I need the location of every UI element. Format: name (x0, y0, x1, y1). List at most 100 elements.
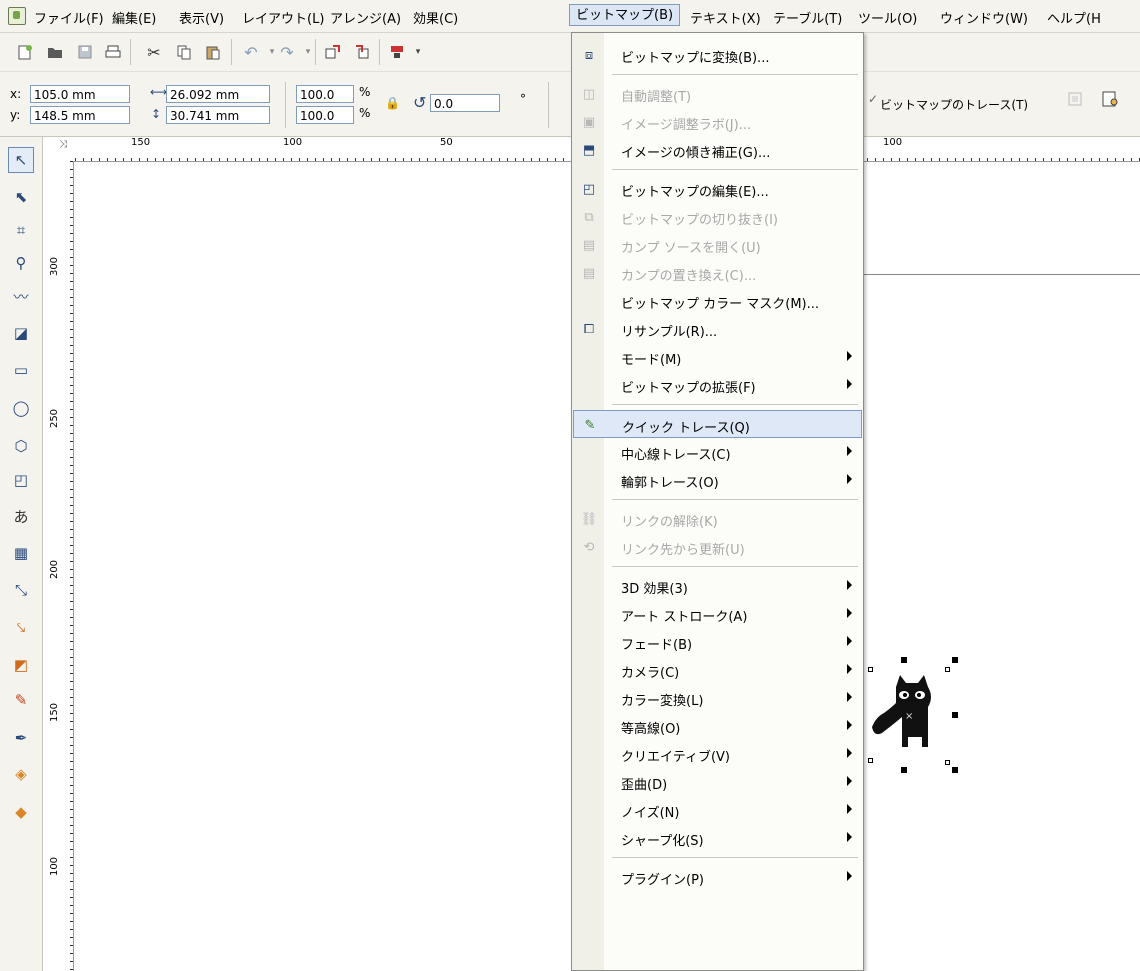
basic-shapes-tool-icon[interactable]: ◰ (8, 467, 34, 493)
rectangle-tool-icon[interactable]: ▭ (8, 357, 34, 383)
selection-handle[interactable] (952, 657, 958, 663)
outline-pen-tool-icon[interactable]: ✒ (8, 725, 34, 751)
polygon-tool-icon[interactable]: ⬡ (8, 433, 34, 459)
new-document-icon[interactable] (14, 41, 36, 63)
percent-y-label: % (359, 106, 371, 120)
menu-item[interactable]: ノイズ(N) (573, 796, 862, 824)
save-icon[interactable] (74, 41, 96, 63)
menu-item[interactable]: ⧈ ビットマップに変換(B)... (573, 41, 862, 69)
selection-handle[interactable] (952, 767, 958, 773)
node-handle[interactable] (868, 667, 873, 672)
menu-item[interactable]: 3D 効果(3) (573, 572, 862, 600)
submenu-arrow-icon (847, 580, 852, 590)
text-tool-icon[interactable]: あ (8, 503, 34, 529)
page-border (864, 274, 1140, 275)
auto-adjust-icon: ◫ (582, 86, 596, 102)
menu-item[interactable]: プラグイン(P) (573, 863, 862, 891)
copy-icon[interactable] (173, 41, 195, 63)
menu-item[interactable]: 輪郭トレース(O) (573, 466, 862, 494)
selected-bitmap[interactable]: × (868, 655, 958, 775)
menu-text[interactable]: テキスト(X) (690, 8, 761, 27)
cut-icon[interactable]: ✂ (143, 41, 165, 63)
trace-bitmap-button[interactable]: ビットマップのトレース(T) (880, 96, 1028, 113)
selection-handle[interactable] (901, 657, 907, 663)
connector-tool-icon[interactable]: ⤥ (8, 615, 34, 641)
menu-item[interactable]: モード(M) (573, 343, 862, 371)
open-folder-icon[interactable] (44, 41, 66, 63)
quick-trace-icon: ✎ (584, 417, 596, 433)
submenu-arrow-icon (847, 776, 852, 786)
height-input[interactable]: 30.741 mm (166, 106, 270, 124)
menu-layout[interactable]: レイアウト(L) (242, 8, 324, 27)
menu-item[interactable]: クリエイティブ(V) (573, 740, 862, 768)
blend-tool-icon[interactable]: ◩ (8, 652, 34, 678)
import-icon[interactable] (322, 41, 344, 63)
cat-bitmap-image[interactable]: × (868, 667, 958, 767)
shape-tool-icon[interactable]: ⬉ (8, 184, 34, 210)
rotation-input[interactable]: 0.0 (430, 94, 500, 112)
fill-tool-icon[interactable]: ◈ (8, 761, 34, 787)
menu-item[interactable]: ◰ ビットマップの編集(E)... (573, 175, 862, 203)
menu-item: ◫ 自動調整(T) (573, 80, 862, 108)
menu-item[interactable]: アート ストローク(A) (573, 600, 862, 628)
menu-item[interactable]: シャープ化(S) (573, 824, 862, 852)
menu-item[interactable]: 歪曲(D) (573, 768, 862, 796)
menu-item[interactable]: カラー変換(L) (573, 684, 862, 712)
paste-icon[interactable] (202, 41, 224, 63)
smart-fill-tool-icon[interactable]: ◪ (8, 320, 34, 346)
menu-edit[interactable]: 編集(E) (112, 8, 156, 27)
crop-bitmap-icon[interactable] (1064, 88, 1086, 110)
resample-icon[interactable] (1099, 88, 1121, 110)
pick-tool-icon[interactable]: ↖ (8, 147, 34, 173)
menu-view[interactable]: 表示(V) (179, 8, 224, 27)
menu-item[interactable]: 等高線(O) (573, 712, 862, 740)
zoom-tool-icon[interactable]: ⚲ (8, 250, 34, 276)
freehand-tool-icon[interactable]: 〰 (8, 283, 34, 309)
menu-item[interactable]: フェード(B) (573, 628, 862, 656)
application-launcher-icon[interactable] (386, 41, 408, 63)
menu-window[interactable]: ウィンドウ(W) (940, 8, 1028, 27)
scale-x-input[interactable]: 100.0 (296, 85, 354, 103)
menu-effects[interactable]: 効果(C) (413, 8, 458, 27)
menu-table[interactable]: テーブル(T) (773, 8, 842, 27)
interactive-fill-tool-icon[interactable]: ◆ (8, 799, 34, 825)
menu-item[interactable]: ビットマップ カラー マスク(M)... (573, 287, 862, 315)
undo-icon[interactable]: ↶ (240, 41, 262, 63)
menu-item[interactable]: ⬒ イメージの傾き補正(G)... (573, 136, 862, 164)
x-position-input[interactable]: 105.0 mm (30, 85, 130, 103)
ellipse-tool-icon[interactable]: ◯ (8, 395, 34, 421)
menu-item[interactable]: ✎ クイック トレース(Q) (573, 410, 862, 438)
menu-tools[interactable]: ツール(O) (858, 8, 917, 27)
x-label: x: (10, 87, 22, 101)
vertical-ruler[interactable]: 300 250 200 150 100 (43, 161, 74, 971)
redo-icon[interactable]: ↷ (276, 41, 298, 63)
menu-bitmaps[interactable]: ビットマップ(B) (569, 4, 681, 26)
app-icon[interactable] (8, 7, 26, 25)
crop-tool-icon[interactable]: ⌗ (8, 217, 34, 243)
print-icon[interactable] (102, 41, 124, 63)
selection-handle[interactable] (952, 712, 958, 718)
scale-y-input[interactable]: 100.0 (296, 106, 354, 124)
width-input[interactable]: 26.092 mm (166, 85, 270, 103)
menu-item[interactable]: 中心線トレース(C) (573, 438, 862, 466)
toolbox: ↖ ⬉ ⌗ ⚲ 〰 ◪ ▭ ◯ ⬡ ◰ あ ▦ ⤡ ⤥ ◩ ✎ ✒ ◈ ◆ (0, 137, 43, 971)
y-position-input[interactable]: 148.5 mm (30, 106, 130, 124)
export-icon[interactable] (351, 41, 373, 63)
selection-handle[interactable] (901, 767, 907, 773)
node-handle[interactable] (945, 760, 950, 765)
table-tool-icon[interactable]: ▦ (8, 540, 34, 566)
dimension-tool-icon[interactable]: ⤡ (8, 577, 34, 603)
menu-item[interactable]: ⧠ リサンプル(R)... (573, 315, 862, 343)
ruler-ticks (63, 161, 73, 971)
menu-file[interactable]: ファイル(F) (34, 8, 104, 27)
menu-help[interactable]: ヘルプ(H (1047, 8, 1101, 27)
height-icon: ↕ (151, 107, 162, 121)
menu-arrange[interactable]: アレンジ(A) (330, 8, 401, 27)
menu-item[interactable]: ビットマップの拡張(F) (573, 371, 862, 399)
node-handle[interactable] (868, 758, 873, 763)
launcher-dropdown-icon[interactable]: ▾ (407, 41, 429, 63)
node-handle[interactable] (945, 667, 950, 672)
eyedropper-tool-icon[interactable]: ✎ (8, 687, 34, 713)
lock-ratio-icon[interactable]: 🔒 (385, 96, 400, 110)
menu-item[interactable]: カメラ(C) (573, 656, 862, 684)
